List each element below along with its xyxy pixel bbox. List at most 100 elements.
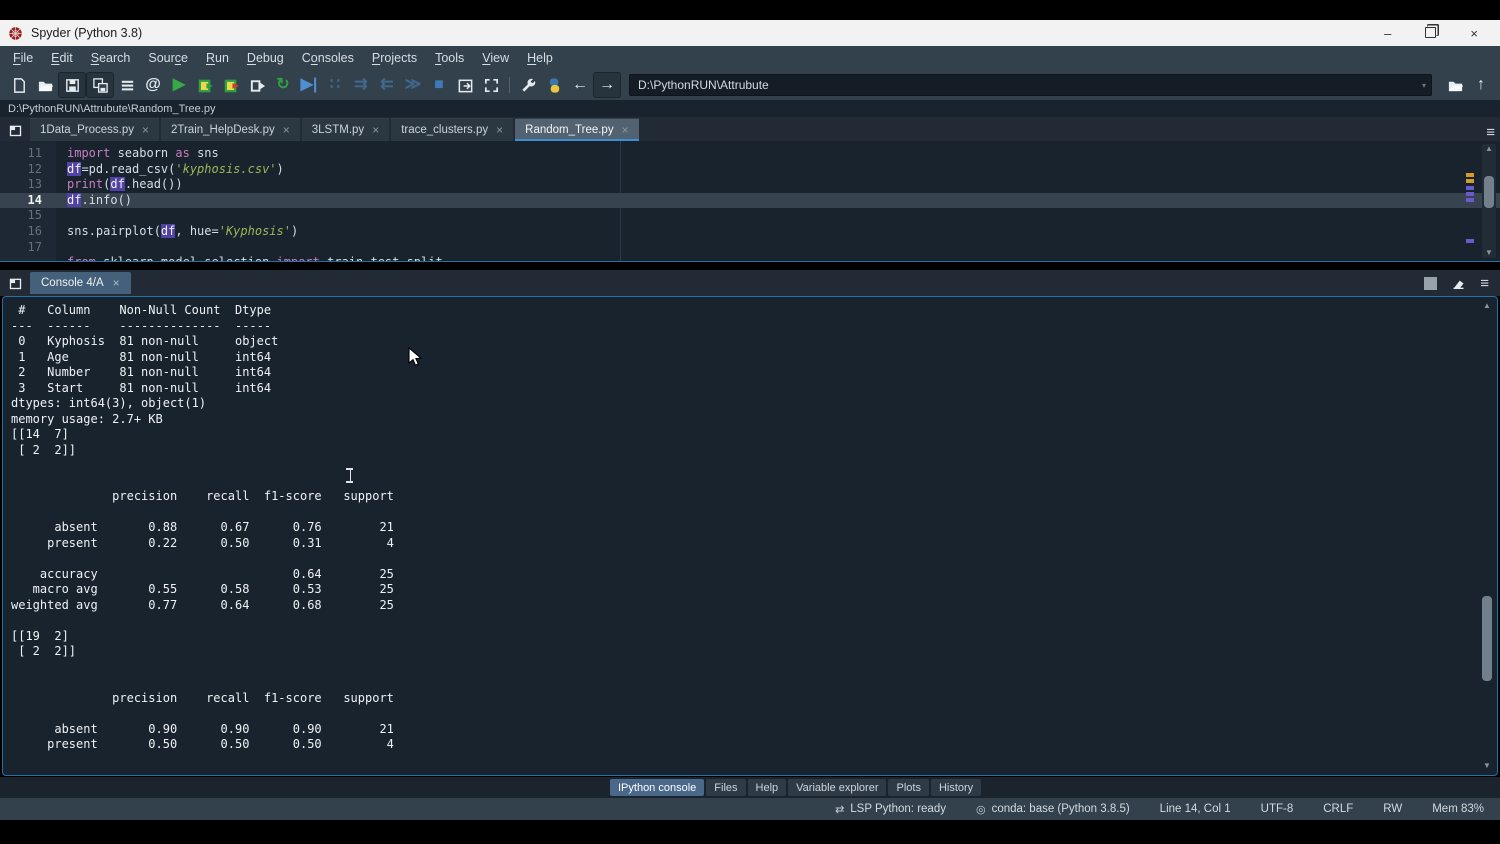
run-selection-icon[interactable] <box>244 73 270 97</box>
menu-file[interactable]: File <box>4 48 42 68</box>
debug-continue-icon[interactable]: ≫ <box>400 73 426 97</box>
run-cell-advance-icon[interactable] <box>218 73 244 97</box>
scroll-flag-marks <box>1466 141 1474 261</box>
menu-view[interactable]: View <box>473 48 518 68</box>
editor-tab[interactable]: trace_clusters.py × <box>391 118 513 141</box>
maximize-pane-icon[interactable] <box>452 73 478 97</box>
browse-consoles-button[interactable] <box>2 272 28 294</box>
conda-env-status: ◎ conda: base (Python 3.8.5) <box>976 803 1130 816</box>
editor-scrollbar[interactable]: ▲ ▼ <box>1482 144 1496 258</box>
console-scroll-down-icon[interactable]: ▼ <box>1480 761 1494 771</box>
browse-tabs-button[interactable] <box>2 119 28 141</box>
editor-scrollbar-thumb[interactable] <box>1484 176 1494 208</box>
run-cell-icon[interactable] <box>192 73 218 97</box>
editor-tab[interactable]: 2Train_HelpDesk.py× <box>161 118 300 141</box>
menu-bar: FileEditSearchSourceRunDebugConsolesProj… <box>0 46 1500 70</box>
console-tab[interactable]: Console 4/A × <box>30 272 131 294</box>
conda-env-status-label: conda: base (Python 3.8.5) <box>992 803 1130 815</box>
title-bar: Spyder (Python 3.8) – × <box>0 20 1500 46</box>
tab-close-icon[interactable]: × <box>622 123 629 137</box>
debug-step-return-icon[interactable]: ⇇ <box>374 73 400 97</box>
editor-tab[interactable]: 1Data_Process.py× <box>30 118 159 141</box>
fullscreen-icon[interactable] <box>478 73 504 97</box>
close-button[interactable]: × <box>1470 27 1478 40</box>
line-number: 13 <box>0 177 42 193</box>
debug-continue-icon-glyph: ≫ <box>405 77 422 93</box>
maximize-button[interactable] <box>1425 27 1436 40</box>
cursor-position-label: Line 14, Col 1 <box>1160 803 1231 815</box>
tab-close-icon[interactable]: × <box>142 123 149 137</box>
back-icon-glyph: ← <box>572 77 588 93</box>
plugin-tab-plots[interactable]: Plots <box>888 779 928 796</box>
parent-dir-icon-glyph: ↑ <box>1477 77 1485 93</box>
interrupt-kernel-icon[interactable] <box>1424 277 1437 290</box>
pythonpath-icon[interactable] <box>541 73 567 97</box>
save-file-icon[interactable] <box>58 72 86 98</box>
code-text: print(df.head()) <box>67 177 183 193</box>
browse-working-dir-icon[interactable] <box>1442 73 1468 97</box>
code-text: df.info() <box>67 193 132 209</box>
conda-env-status-icon: ◎ <box>976 803 986 816</box>
editor-tab[interactable]: Random_Tree.py× <box>515 118 638 141</box>
code-line: 15 <box>0 208 1500 224</box>
menu-help[interactable]: Help <box>518 48 562 68</box>
tab-close-icon[interactable]: × <box>496 123 503 137</box>
scroll-up-icon[interactable]: ▲ <box>1482 144 1496 154</box>
editor-tab[interactable]: 3LSTM.py× <box>302 118 389 141</box>
tab-close-icon[interactable]: × <box>372 123 379 137</box>
plugin-tab-ipython-console[interactable]: IPython console <box>610 779 704 796</box>
back-icon[interactable]: ← <box>567 73 593 97</box>
parent-dir-icon[interactable]: ↑ <box>1468 73 1494 97</box>
find-symbols-icon[interactable]: @ <box>140 73 166 97</box>
lsp-status: ⇄LSP Python: ready <box>835 803 946 816</box>
tab-close-icon[interactable]: × <box>283 123 290 137</box>
run-file-icon[interactable]: ▶ <box>166 73 192 97</box>
encoding-status: UTF-8 <box>1261 803 1294 815</box>
line-number: 11 <box>0 146 42 162</box>
minimize-button[interactable]: – <box>1384 27 1391 40</box>
working-directory-value: D:\PythonRUN\Attrubute <box>638 78 769 92</box>
menu-source[interactable]: Source <box>139 48 197 68</box>
rerun-cell-icon[interactable]: ↻ <box>270 73 296 97</box>
clear-console-icon[interactable] <box>1451 276 1466 291</box>
plugin-tab-files[interactable]: Files <box>706 779 745 796</box>
console-scroll-up-icon[interactable]: ▲ <box>1480 301 1494 311</box>
encoding-status-label: UTF-8 <box>1261 803 1294 815</box>
console-tab-bar: Console 4/A × ≡ <box>0 270 1500 296</box>
menu-edit[interactable]: Edit <box>42 48 82 68</box>
debug-step-into-icon[interactable]: ⇉ <box>348 73 374 97</box>
print-icon[interactable] <box>114 73 140 97</box>
editor-options-menu-icon[interactable]: ≡ <box>1486 124 1494 141</box>
menu-projects[interactable]: Projects <box>363 48 426 68</box>
stop-debug-icon[interactable]: ■ <box>426 73 452 97</box>
line-number: 15 <box>0 208 42 224</box>
status-bar: ⇄LSP Python: ready ◎ conda: base (Python 3… <box>0 798 1500 820</box>
console-scrollbar[interactable]: ▲ ▼ <box>1480 301 1494 771</box>
debug-file-icon[interactable]: ▶| <box>296 73 322 97</box>
console-scrollbar-thumb[interactable] <box>1482 596 1492 681</box>
new-file-icon[interactable] <box>6 73 32 97</box>
preferences-icon[interactable] <box>515 73 541 97</box>
menu-debug[interactable]: Debug <box>238 48 293 68</box>
editor-tab-label: trace_clusters.py <box>401 124 488 136</box>
console-options-menu-icon[interactable]: ≡ <box>1480 275 1488 292</box>
plugin-tab-help[interactable]: Help <box>748 779 787 796</box>
scroll-down-icon[interactable]: ▼ <box>1482 248 1496 258</box>
dropdown-arrow-icon[interactable]: ▾ <box>1422 81 1426 90</box>
working-directory-input[interactable]: D:\PythonRUN\Attrubute ▾ <box>629 74 1432 96</box>
forward-icon[interactable]: → <box>593 72 621 98</box>
menu-search[interactable]: Search <box>82 48 140 68</box>
debug-step-return-icon-glyph: ⇇ <box>380 77 393 93</box>
console-tab-close-icon[interactable]: × <box>113 276 120 290</box>
menu-tools[interactable]: Tools <box>426 48 473 68</box>
line-number: 12 <box>0 162 42 178</box>
menu-run[interactable]: Run <box>197 48 238 68</box>
menu-consoles[interactable]: Consoles <box>293 48 363 68</box>
ipython-console-pane[interactable]: # Column Non-Null Count Dtype --- ------… <box>2 296 1498 776</box>
code-editor[interactable]: 11import seaborn as sns12df=pd.read_csv(… <box>0 141 1500 262</box>
plugin-tab-history[interactable]: History <box>931 779 981 796</box>
debug-step-icon[interactable]: ∷ <box>322 73 348 97</box>
save-all-icon[interactable] <box>86 72 114 98</box>
open-file-icon[interactable] <box>32 73 58 97</box>
plugin-tab-variable-explorer[interactable]: Variable explorer <box>788 779 886 796</box>
